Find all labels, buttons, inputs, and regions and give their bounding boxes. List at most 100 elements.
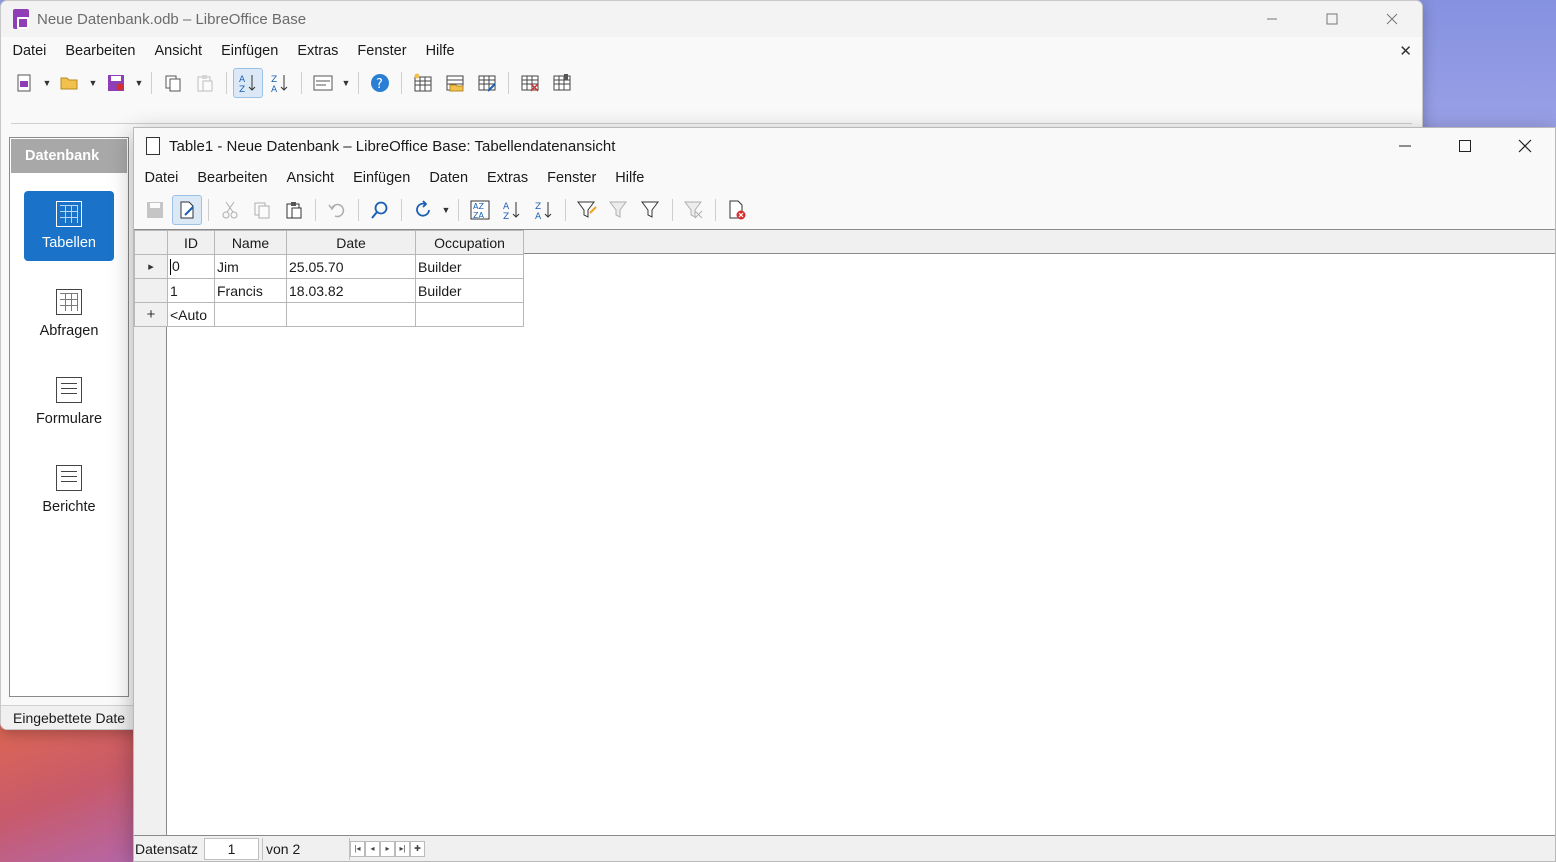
menu-hilfe[interactable]: Hilfe [416,43,464,59]
menu-datei[interactable]: Datei [3,43,56,59]
corner-cell[interactable] [134,230,168,255]
cell-id[interactable]: 0 [167,254,215,279]
status-text: Eingebettete Date [13,709,126,726]
row-header[interactable] [134,278,168,303]
refresh-button[interactable] [408,195,438,225]
sort-ascending-button[interactable]: AZ [233,68,263,98]
minimize-button[interactable] [1242,1,1302,37]
save-button[interactable] [101,68,131,98]
cell-id[interactable]: <Auto [167,302,215,327]
cell-date[interactable] [286,302,416,327]
new-record-button[interactable]: ✚ [410,840,425,857]
menu-einfuegen[interactable]: Einfügen [344,170,420,186]
sort-descending-button[interactable]: ZA [529,195,559,225]
column-header-name[interactable]: Name [214,230,287,255]
save-dropdown-arrow[interactable]: ▼ [133,68,145,98]
column-header-occupation[interactable]: Occupation [415,230,524,255]
record-number-input[interactable]: 1 [204,837,259,860]
form-icon [313,75,333,91]
sort-descending-button[interactable]: ZA [265,68,295,98]
maximize-button[interactable] [1302,1,1362,37]
edit-data-button[interactable] [172,195,202,225]
table-row: ▸ 0 Jim 25.05.70 Builder [134,254,524,279]
cell-name[interactable] [214,302,287,327]
autofilter-button[interactable] [572,195,602,225]
new-record-marker[interactable]: + [134,302,168,327]
column-header-id[interactable]: ID [167,230,215,255]
close-button[interactable] [1495,128,1555,164]
menu-extras[interactable]: Extras [478,170,538,186]
menu-daten[interactable]: Daten [420,170,478,186]
cell-name[interactable]: Jim [214,254,287,279]
create-table-design-button[interactable] [408,68,438,98]
menu-ansicht[interactable]: Ansicht [145,43,212,59]
first-record-button[interactable]: |◂ [350,840,365,857]
menu-hilfe[interactable]: Hilfe [606,170,654,186]
rename-table-button[interactable] [547,68,577,98]
menu-fenster[interactable]: Fenster [348,43,416,59]
maximize-button[interactable] [1435,128,1495,164]
new-dropdown-arrow[interactable]: ▼ [41,68,53,98]
record-navigation-bar: Datensatz 1 von 2 |◂ ◂ ▸ ▸| ✚ [134,835,1555,861]
cell-date[interactable]: 18.03.82 [286,278,416,303]
close-document-button[interactable]: ✕ [1399,42,1412,60]
open-dropdown-arrow[interactable]: ▼ [87,68,99,98]
toolbar-separator [715,199,716,221]
menu-extras[interactable]: Extras [288,43,348,59]
delete-record-button[interactable] [722,195,752,225]
cell-occupation[interactable] [415,302,524,327]
apply-filter-button[interactable] [604,195,634,225]
next-record-button[interactable]: ▸ [380,840,395,857]
copy-button[interactable] [247,195,277,225]
menu-einfuegen[interactable]: Einfügen [212,43,288,59]
column-header-strip [522,230,1555,254]
sidebar-item-label: Formulare [35,411,103,427]
sort-dialog-button[interactable]: AZ ZA [465,195,495,225]
paste-button[interactable] [279,195,309,225]
minimize-button[interactable] [1375,128,1435,164]
previous-record-button[interactable]: ◂ [365,840,380,857]
reset-filter-button[interactable] [679,195,709,225]
cell-value: 0 [172,257,180,274]
paste-icon [286,202,302,219]
standard-filter-button[interactable] [636,195,666,225]
form-dropdown-arrow[interactable]: ▼ [340,68,352,98]
sort-ascending-button[interactable]: AZ [497,195,527,225]
refresh-dropdown-arrow[interactable]: ▼ [440,195,452,225]
cell-date[interactable]: 25.05.70 [286,254,416,279]
open-table-button[interactable] [440,68,470,98]
form-button[interactable] [308,68,338,98]
paste-button[interactable] [190,68,220,98]
menu-ansicht[interactable]: Ansicht [277,170,344,186]
cell-occupation[interactable]: Builder [415,278,524,303]
cell-occupation[interactable]: Builder [415,254,524,279]
cell-id[interactable]: 1 [167,278,215,303]
menu-fenster[interactable]: Fenster [538,170,606,186]
current-row-marker[interactable]: ▸ [134,254,168,279]
delete-table-button[interactable] [515,68,545,98]
toolbar-separator [226,72,227,94]
column-header-date[interactable]: Date [286,230,416,255]
sidebar-item-abfragen[interactable]: Abfragen [24,279,114,349]
sidebar-item-berichte[interactable]: Berichte [24,455,114,525]
find-record-button[interactable] [365,195,395,225]
new-document-button[interactable] [9,68,39,98]
undo-button[interactable] [322,195,352,225]
menu-bearbeiten[interactable]: Bearbeiten [56,43,145,59]
desktop-background-right [1420,0,1556,130]
edit-table-button[interactable] [472,68,502,98]
cut-button[interactable] [215,195,245,225]
cell-name[interactable]: Francis [214,278,287,303]
last-record-button[interactable]: ▸| [395,840,410,857]
sidebar-item-tabellen[interactable]: Tabellen [24,191,114,261]
copy-button[interactable] [158,68,188,98]
close-button[interactable] [1362,1,1422,37]
menu-bearbeiten[interactable]: Bearbeiten [188,170,277,186]
menu-datei[interactable]: Datei [135,170,188,186]
svg-text:Z: Z [239,85,245,94]
sidebar-item-label: Tabellen [41,235,96,251]
sidebar-item-formulare[interactable]: Formulare [24,367,114,437]
save-record-button[interactable] [140,195,170,225]
open-button[interactable] [55,68,85,98]
help-button[interactable]: ? [365,68,395,98]
